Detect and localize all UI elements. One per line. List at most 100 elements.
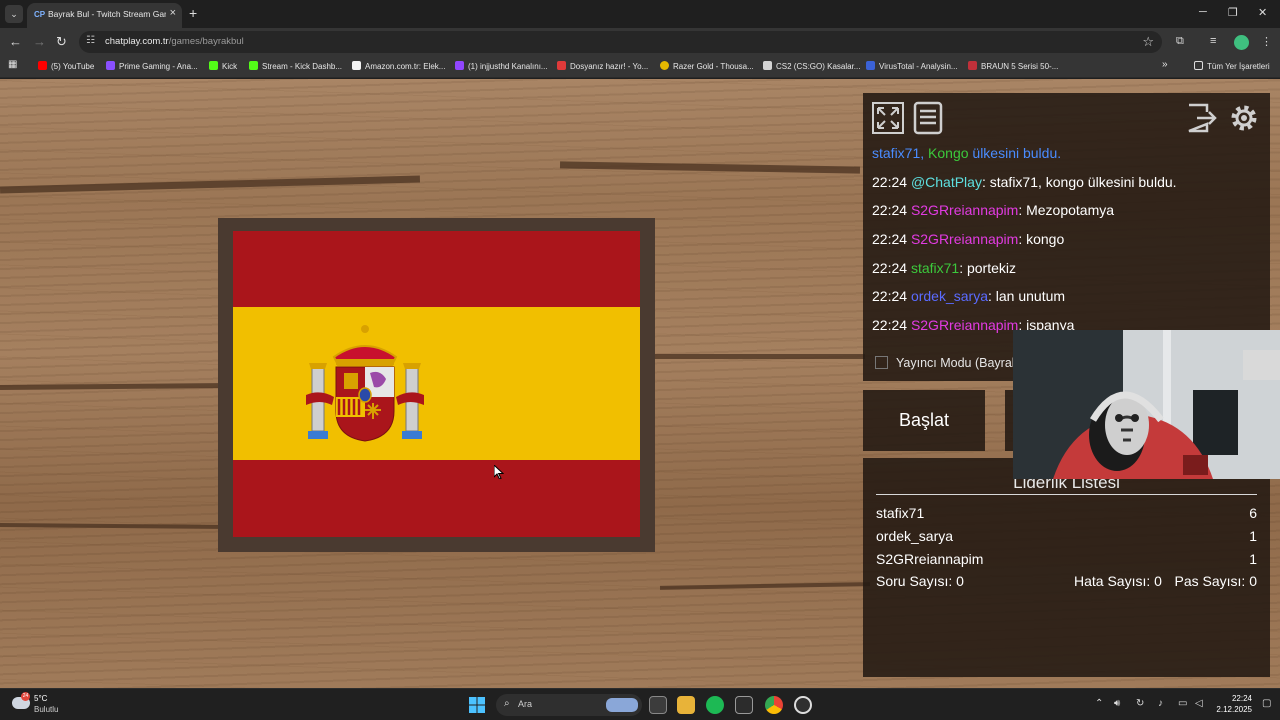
site-info-icon[interactable]: ☷ xyxy=(86,35,95,46)
chat-time: 22:24 xyxy=(872,202,908,219)
forward-icon[interactable]: → xyxy=(33,34,46,49)
chat-message: 22:24 S2GRreiannapim: kongo xyxy=(872,231,1267,260)
bookmark-item[interactable]: Dosyanız hazır! - Yo... xyxy=(557,61,648,71)
browser-tab[interactable]: CP Bayrak Bul - Twitch Stream Game × xyxy=(27,3,182,28)
notification-icon[interactable]: ▢ xyxy=(1262,698,1271,709)
app-icon[interactable] xyxy=(735,696,753,714)
player-score: 1 xyxy=(1249,528,1257,544)
player-name: ordek_sarya xyxy=(876,528,954,544)
wood-plank-seam xyxy=(0,382,231,391)
taskbar-search[interactable]: ⌕ Ara xyxy=(496,694,642,716)
profile-avatar[interactable] xyxy=(1234,35,1249,50)
network-icon[interactable]: ▭ xyxy=(1178,698,1187,709)
list-icon[interactable] xyxy=(911,101,945,135)
microphone-icon[interactable]: ♪ xyxy=(1158,698,1163,709)
wood-plank-seam xyxy=(0,522,231,530)
bookmark-item[interactable]: Prime Gaming - Ana... xyxy=(106,61,198,71)
error-count: Hata Sayısı: 0 xyxy=(1074,573,1162,589)
windows-start-icon[interactable] xyxy=(469,697,485,713)
url-path: /games/bayrakbul xyxy=(168,36,244,47)
clock-date[interactable]: 2.12.2025 xyxy=(1208,705,1252,714)
fullscreen-icon[interactable] xyxy=(871,101,905,135)
minimize-icon[interactable]: ─ xyxy=(1199,6,1207,18)
webcam-overlay xyxy=(1013,330,1280,479)
bookmark-item[interactable]: Kick xyxy=(209,61,237,71)
browser-menu-icon[interactable]: ⋮ xyxy=(1261,35,1272,48)
search-highlight-image xyxy=(606,698,638,712)
bookmark-label: Dosyanız hazır! - Yo... xyxy=(570,62,649,71)
chat-username: stafix71 xyxy=(910,259,960,276)
bookmark-favicon xyxy=(106,61,115,70)
bookmark-item[interactable]: Amazon.com.tr: Elek... xyxy=(352,61,445,71)
bookmark-favicon xyxy=(455,61,464,70)
bookmark-item[interactable]: CS2 (CS:GO) Kasalar... xyxy=(763,61,860,71)
chat-username: S2GRreiannapim xyxy=(910,231,1019,248)
game-stats: Soru Sayısı: 0 Hata Sayısı: 0 Pas Sayısı… xyxy=(876,573,1257,589)
start-button[interactable]: Başlat xyxy=(863,390,985,451)
file-explorer-icon[interactable] xyxy=(677,696,695,714)
spain-flag[interactable] xyxy=(233,231,640,537)
close-window-icon[interactable]: ✕ xyxy=(1258,6,1267,19)
spotify-icon[interactable] xyxy=(706,696,724,714)
url-text[interactable]: chatplay.com.tr/games/bayrakbul xyxy=(105,36,244,47)
leaderboard: Liderlik Listesi stafix71 6 ordek_sarya 1 … xyxy=(863,458,1270,677)
bookmark-item[interactable]: Razer Gold - Thousa... xyxy=(660,61,754,71)
chat-text: ülkesini buldu. xyxy=(968,145,1062,161)
bookmark-star-icon[interactable]: ☆ xyxy=(1142,34,1154,50)
bookmark-label: Amazon.com.tr: Elek... xyxy=(365,62,446,71)
close-tab-icon[interactable]: × xyxy=(170,7,176,19)
address-bar[interactable]: ☷ chatplay.com.tr/games/bayrakbul ☆ xyxy=(79,31,1162,53)
mouse-cursor-icon xyxy=(494,465,504,479)
sync-icon[interactable]: ↻ xyxy=(1136,698,1144,709)
bookmarks-bar: ▦ (5) YouTube Prime Gaming - Ana... Kick… xyxy=(0,56,1280,78)
volume-icon[interactable]: ◁ xyxy=(1195,698,1203,709)
weather-description[interactable]: Bulutlu xyxy=(34,705,58,714)
streamer-mode-toggle[interactable]: Yayıncı Modu (Bayrak xyxy=(875,356,1018,370)
clock-time[interactable]: 22:24 xyxy=(1216,694,1252,703)
apps-grid-icon[interactable]: ▦ xyxy=(8,59,17,70)
restore-icon[interactable]: ❐ xyxy=(1228,6,1238,19)
leaderboard-divider xyxy=(876,494,1257,495)
bookmark-favicon xyxy=(209,61,218,70)
bookmark-favicon xyxy=(866,61,875,70)
gear-icon[interactable] xyxy=(1227,101,1261,135)
leaderboard-row: S2GRreiannapim 1 xyxy=(876,551,1257,571)
tray-overflow-icon[interactable]: ⌃ xyxy=(1095,698,1103,709)
media-icon[interactable]: ≡ xyxy=(1210,35,1216,47)
task-view-icon[interactable] xyxy=(649,696,667,714)
bookmark-label: Prime Gaming - Ana... xyxy=(119,62,198,71)
chat-message: 22:24 @ChatPlay: stafix71, kongo ülkesin… xyxy=(872,174,1267,203)
bookmark-favicon xyxy=(968,61,977,70)
bookmark-item[interactable]: (1) injjusthd Kanalını... xyxy=(455,61,548,71)
coat-of-arms-icon xyxy=(306,325,424,442)
speaker-icon[interactable]: 🔊︎ xyxy=(1114,698,1120,709)
reload-icon[interactable]: ↻ xyxy=(56,34,67,50)
obs-icon[interactable] xyxy=(794,696,812,714)
exit-icon[interactable] xyxy=(1185,101,1219,135)
extensions-icon[interactable]: ⧉ xyxy=(1176,35,1184,48)
chat-text: : lan unutum xyxy=(987,288,1066,305)
bookmark-item[interactable]: (5) YouTube xyxy=(38,61,94,71)
bookmark-favicon xyxy=(763,61,772,70)
wood-plank-seam xyxy=(0,175,421,194)
all-bookmarks-folder[interactable]: Tüm Yer İşaretleri xyxy=(1194,61,1270,71)
bookmark-item[interactable]: Stream - Kick Dashb... xyxy=(249,61,342,71)
streamer-mode-checkbox[interactable] xyxy=(875,356,888,369)
chat-log: stafix71, Kongo ülkesini buldu. 22:24 @C… xyxy=(872,145,1267,337)
streamer-mode-label: Yayıncı Modu (Bayrak xyxy=(896,356,1019,370)
bookmark-item[interactable]: VirusTotal - Analysin... xyxy=(866,61,958,71)
flag-stripe-yellow xyxy=(233,307,640,460)
bookmark-label: Razer Gold - Thousa... xyxy=(673,62,754,71)
bookmark-item[interactable]: BRAUN 5 Serisi 50-... xyxy=(968,61,1058,71)
folder-icon xyxy=(1194,61,1203,70)
chrome-icon[interactable] xyxy=(765,696,783,714)
search-placeholder: Ara xyxy=(518,699,533,709)
more-bookmarks-icon[interactable]: » xyxy=(1162,59,1168,70)
wood-plank-seam xyxy=(659,582,871,590)
back-icon[interactable]: ← xyxy=(9,34,22,49)
chat-text: Kongo xyxy=(924,145,969,161)
new-tab-icon[interactable]: + xyxy=(189,5,197,21)
tab-search-button[interactable]: ⌄ xyxy=(5,5,23,23)
chat-message: 22:24 stafix71: portekiz xyxy=(872,260,1267,289)
weather-temperature[interactable]: 5°C xyxy=(34,694,47,703)
